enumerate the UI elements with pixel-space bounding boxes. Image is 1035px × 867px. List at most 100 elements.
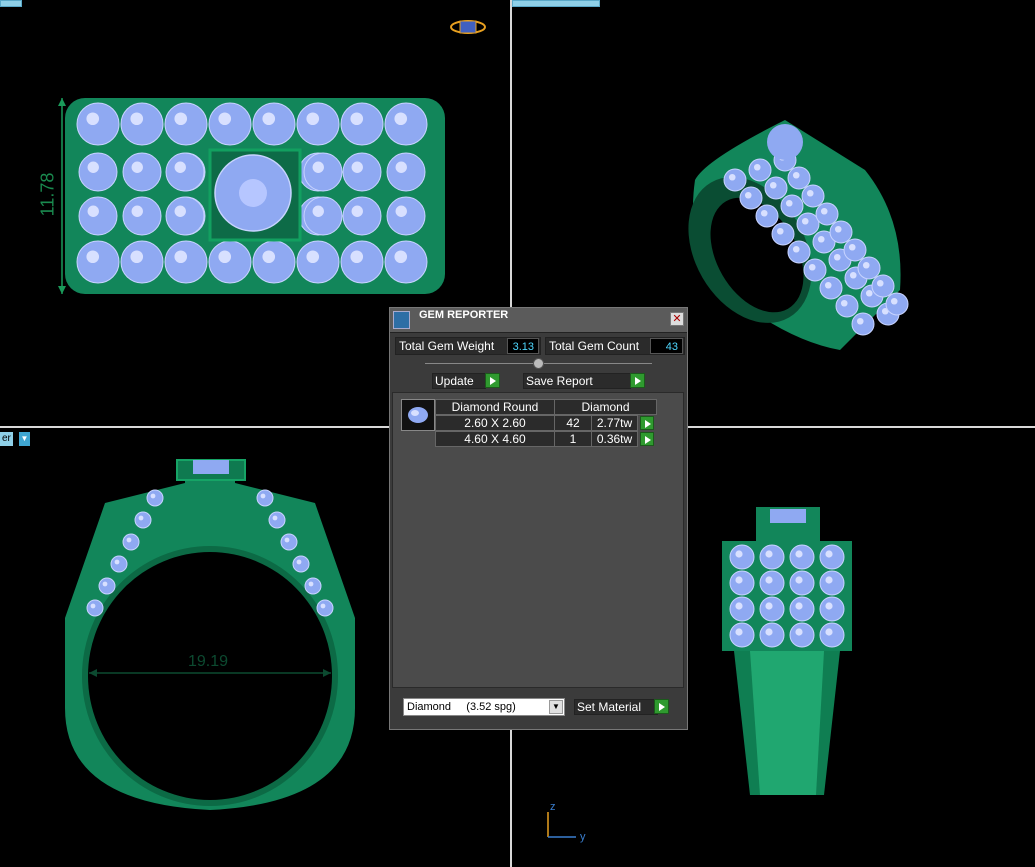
gem-highlight — [87, 205, 99, 217]
gem-stone — [86, 599, 104, 617]
gem-stone — [787, 166, 811, 190]
gem-stone — [851, 312, 875, 336]
gem-highlight — [218, 112, 232, 126]
gem-highlight — [795, 602, 803, 610]
gem-highlight — [320, 603, 326, 609]
gem-stone — [789, 570, 815, 596]
gem-stone — [729, 570, 755, 596]
gem-highlight — [834, 225, 842, 233]
gem-stone — [729, 544, 755, 570]
row-select-icon[interactable] — [640, 416, 654, 430]
gem-highlight — [849, 271, 857, 279]
viewport-label-left[interactable]: er — [0, 432, 13, 446]
gem-stone — [819, 544, 845, 570]
close-icon[interactable]: ✕ — [670, 312, 684, 326]
gem-highlight — [306, 250, 320, 264]
gem-highlight — [785, 199, 793, 207]
gem-highlight — [312, 161, 324, 173]
gem-highlight — [806, 189, 814, 197]
gem-reporter-icon — [393, 311, 410, 329]
gem-highlight — [114, 559, 120, 565]
gem-stone — [304, 577, 322, 595]
gem-highlight — [262, 250, 276, 264]
gem-stone — [134, 511, 152, 529]
gem-highlight — [394, 112, 408, 126]
gem-stone — [729, 596, 755, 622]
gem-stone — [815, 202, 839, 226]
slider-handle[interactable] — [533, 358, 544, 369]
gem-stone — [729, 622, 755, 648]
gem-stone — [885, 292, 909, 316]
gem-highlight — [848, 243, 856, 251]
set-material-label: Set Material — [577, 700, 642, 714]
gem-stone — [789, 622, 815, 648]
gem-stone — [739, 186, 763, 210]
gem-highlight — [395, 205, 407, 217]
update-go-icon[interactable] — [485, 373, 500, 388]
table-row-count: 1 — [554, 431, 592, 447]
ring-perspective-view — [688, 120, 909, 350]
gem-highlight — [174, 250, 188, 264]
top-view-tab[interactable] — [0, 0, 22, 7]
gem-stone — [208, 102, 252, 146]
set-material-button[interactable]: Set Material — [574, 699, 658, 715]
table-row-size: 2.60 X 2.60 — [435, 415, 555, 431]
gem-highlight — [801, 217, 809, 225]
view-gizmo-icon[interactable] — [448, 15, 488, 40]
gem-stone — [771, 222, 795, 246]
gem-highlight — [795, 576, 803, 584]
gem-highlight — [284, 537, 290, 543]
set-material-go-icon[interactable] — [654, 699, 669, 714]
viewport-dropdown-icon[interactable]: ▼ — [19, 432, 30, 446]
table-row-weight: 0.36tw — [591, 431, 638, 447]
gem-stone — [268, 511, 286, 529]
gem-highlight — [86, 250, 100, 264]
gem-highlight — [840, 299, 848, 307]
gem-stone — [787, 240, 811, 264]
gem-highlight — [817, 235, 825, 243]
height-dimension-label: 11.78 — [37, 172, 58, 217]
gem-stone — [759, 544, 785, 570]
total-gem-weight-value: 3.13 — [507, 338, 539, 354]
update-button[interactable]: Update — [432, 373, 486, 389]
save-report-button[interactable]: Save Report — [523, 373, 631, 389]
gem-highlight — [808, 263, 816, 271]
gem-highlight — [262, 112, 276, 126]
gem-highlight — [769, 181, 777, 189]
gem-stone — [110, 555, 128, 573]
gem-stone — [819, 570, 845, 596]
gem-stone — [384, 240, 428, 284]
update-label: Update — [435, 374, 474, 388]
material-select[interactable]: Diamond (3.52 spg) ▼ — [403, 698, 565, 716]
perspective-view-tab[interactable] — [512, 0, 600, 7]
gem-highlight — [776, 227, 784, 235]
gem-highlight — [86, 112, 100, 126]
gem-highlight — [131, 161, 143, 173]
gem-highlight — [795, 628, 803, 636]
gem-highlight — [130, 250, 144, 264]
gem-highlight — [218, 250, 232, 264]
inner-diameter-label: 19.19 — [188, 653, 229, 670]
gem-highlight — [735, 550, 743, 558]
gem-reporter-titlebar[interactable]: GEM REPORTER ✕ — [390, 308, 687, 333]
gem-highlight — [351, 205, 363, 217]
gem-stone — [384, 102, 428, 146]
gem-stone — [340, 102, 384, 146]
ring-top-view — [58, 98, 445, 294]
gem-stone — [280, 533, 298, 551]
gem-stone — [78, 152, 118, 192]
total-gem-count-text: Total Gem Count — [549, 339, 640, 353]
gem-highlight — [351, 161, 363, 173]
gem-stone — [342, 152, 382, 192]
axis-y-label: y — [580, 831, 586, 843]
chevron-down-icon[interactable]: ▼ — [549, 700, 563, 714]
round-diamond-icon[interactable] — [401, 399, 435, 431]
gem-highlight — [865, 289, 873, 297]
gem-highlight — [308, 581, 314, 587]
gem-stone — [296, 240, 340, 284]
gem-stone — [120, 102, 164, 146]
gem-stone — [843, 238, 867, 262]
save-report-go-icon[interactable] — [630, 373, 645, 388]
row-select-icon[interactable] — [640, 432, 654, 446]
gem-stone — [120, 240, 164, 284]
